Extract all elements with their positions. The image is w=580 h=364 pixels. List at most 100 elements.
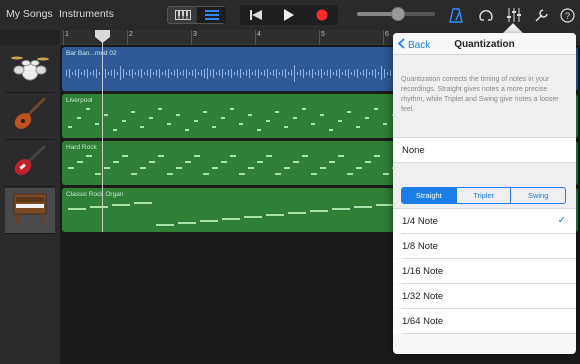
tab-straight[interactable]: Straight [402, 188, 457, 203]
midi-note [90, 206, 108, 208]
settings-wrench-icon[interactable] [532, 6, 550, 24]
note-option[interactable]: 1/4 Note ✓ [393, 209, 576, 233]
record-icon[interactable] [306, 5, 338, 25]
waveform-segment [303, 68, 304, 78]
track-header-guitar[interactable] [5, 141, 55, 187]
metronome-icon[interactable] [447, 6, 465, 24]
waveform-segment [342, 71, 343, 75]
midi-note [158, 155, 164, 157]
tab-swing[interactable]: Swing [511, 188, 565, 203]
waveform-segment [207, 67, 208, 79]
midi-note [178, 222, 196, 224]
midi-note [239, 173, 245, 175]
waveform-segment [177, 68, 178, 78]
waveform-segment [198, 71, 199, 75]
waveform-segment [159, 68, 160, 78]
midi-note [365, 161, 371, 163]
waveform-segment [171, 71, 172, 75]
electric-guitar-icon [11, 143, 49, 184]
transport-controls [240, 5, 338, 25]
quantization-description: Quantization corrects the timing of note… [401, 76, 559, 113]
midi-note [365, 117, 369, 119]
waveform-segment [258, 68, 259, 78]
note-option[interactable]: 1/8 Note [393, 234, 576, 258]
track-header-bass[interactable] [5, 94, 55, 140]
waveform-segment [243, 71, 244, 75]
waveform-segment [189, 71, 190, 75]
keyboard-view-icon[interactable] [168, 7, 197, 23]
waveform-segment [84, 70, 85, 76]
master-volume-knob[interactable] [391, 7, 405, 21]
waveform-segment [312, 68, 313, 78]
waveform-segment [216, 71, 217, 75]
loop-browser-icon[interactable] [477, 6, 495, 24]
waveform-segment [306, 71, 307, 75]
midi-note [158, 108, 162, 110]
waveform-segment [156, 70, 157, 76]
waveform-segment [117, 71, 118, 75]
waveform-segment [81, 71, 82, 75]
waveform-segment [132, 68, 133, 78]
region-label: Hard Rock [66, 144, 97, 151]
midi-note [167, 173, 173, 175]
waveform-segment [72, 71, 73, 75]
midi-note [356, 126, 360, 128]
popover-header: Back Quantization [393, 33, 576, 55]
region-label: Classic Rock Organ [66, 191, 124, 198]
waveform-segment [186, 68, 187, 78]
midi-note [112, 204, 130, 206]
tracks-view-icon[interactable] [197, 7, 226, 23]
popover-title: Quantization [454, 39, 515, 50]
waveform-segment [288, 71, 289, 75]
waveform-segment [114, 68, 115, 78]
go-to-start-icon[interactable] [240, 5, 272, 25]
option-none[interactable]: None [393, 138, 576, 162]
instruments-button[interactable]: Instruments [59, 8, 114, 20]
midi-note [122, 155, 128, 157]
track-headers [0, 45, 60, 364]
midi-note [248, 114, 252, 116]
track-header-drums[interactable] [5, 47, 55, 93]
midi-note [122, 120, 126, 122]
waveform-segment [126, 71, 127, 75]
midi-note [131, 173, 137, 175]
midi-note [230, 155, 236, 157]
waveform-segment [330, 68, 331, 78]
note-option[interactable]: 1/16 Note [393, 259, 576, 283]
note-option-label: 1/64 Note [402, 316, 444, 327]
midi-note [104, 167, 110, 169]
separator [402, 333, 576, 334]
midi-note [104, 114, 108, 116]
note-option[interactable]: 1/32 Note [393, 284, 576, 308]
waveform-segment [339, 68, 340, 78]
waveform-segment [237, 70, 238, 76]
track-header-organ[interactable] [5, 188, 55, 234]
waveform-segment [228, 70, 229, 76]
waveform-segment [234, 71, 235, 75]
my-songs-button[interactable]: My Songs [6, 8, 53, 20]
playhead-handle[interactable] [95, 30, 110, 43]
waveform-segment [123, 68, 124, 78]
waveform-segment [78, 68, 79, 78]
waveform-segment [129, 70, 130, 76]
waveform-segment [141, 68, 142, 78]
waveform-segment [180, 71, 181, 75]
ruler-bar-number: 5 [321, 31, 325, 38]
tab-triplet[interactable]: Triplet [457, 188, 512, 203]
midi-note [329, 129, 333, 131]
mixer-controls-icon[interactable] [505, 6, 523, 24]
waveform-segment [363, 70, 364, 76]
help-icon[interactable]: ? [558, 6, 576, 24]
midi-note [311, 173, 317, 175]
note-option[interactable]: 1/64 Note [393, 309, 576, 333]
midi-note [275, 173, 281, 175]
midi-note [167, 123, 171, 125]
midi-note [329, 161, 335, 163]
waveform-segment [309, 70, 310, 76]
waveform-segment [162, 71, 163, 75]
waveform-segment [357, 68, 358, 78]
midi-note [288, 212, 306, 214]
play-icon[interactable] [273, 5, 305, 25]
waveform-segment [87, 68, 88, 78]
waveform-segment [264, 70, 265, 76]
